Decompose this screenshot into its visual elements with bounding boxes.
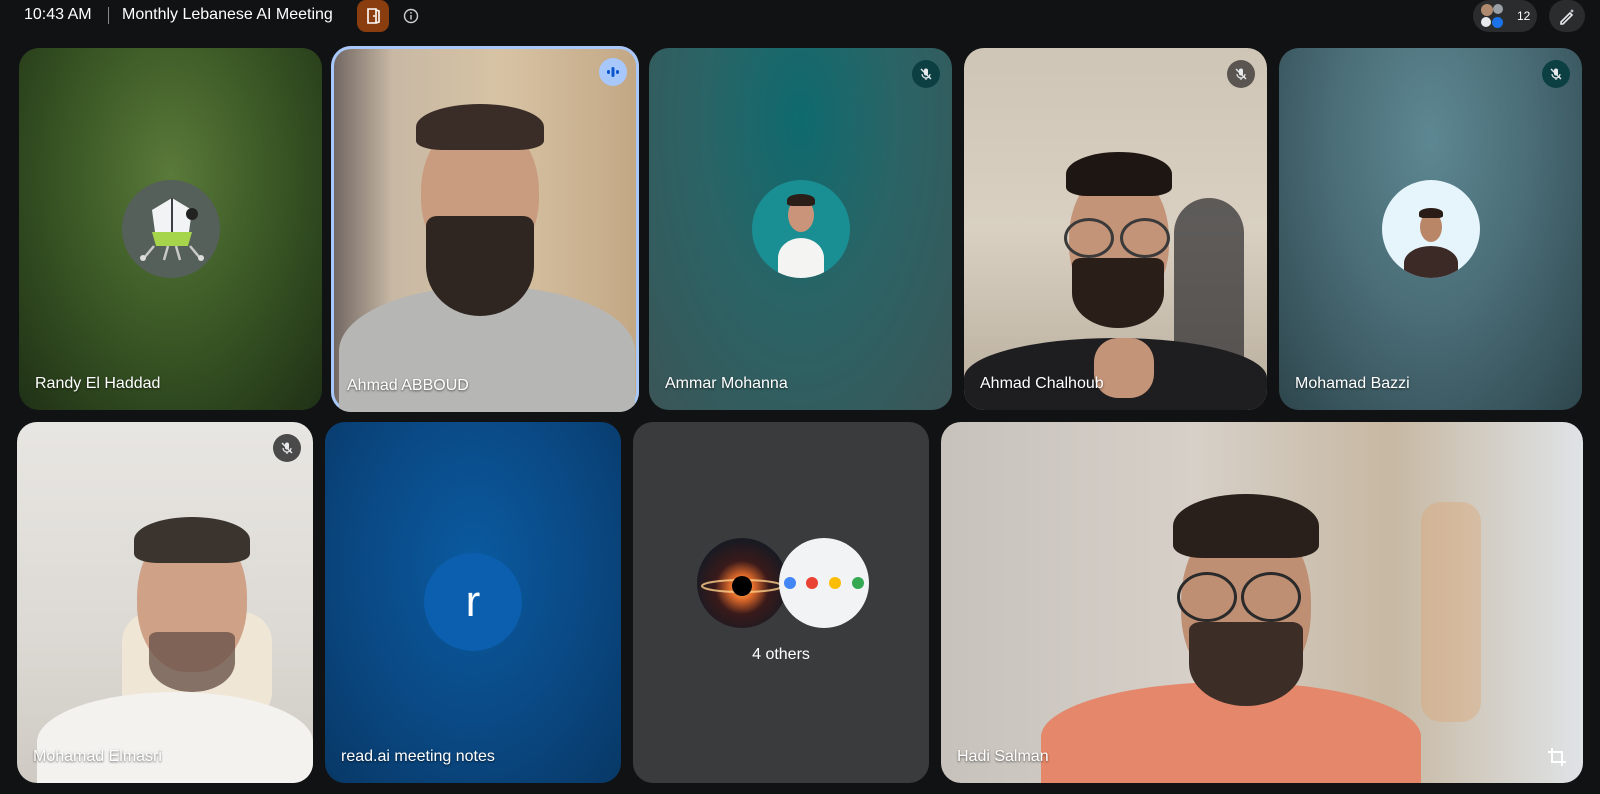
participant-name: Randy El Haddad: [35, 375, 161, 392]
participant-avatar: [1492, 17, 1503, 28]
participant-name: Ahmad ABBOUD: [347, 377, 469, 394]
crop-icon: [1548, 748, 1566, 766]
participant-tile[interactable]: Randy El Haddad: [19, 48, 322, 410]
participant-tile[interactable]: Ammar Mohanna: [649, 48, 952, 410]
participant-name: Hadi Salman: [957, 748, 1049, 765]
speaking-indicator: [599, 58, 627, 86]
magic-pen-icon: [1560, 9, 1574, 25]
participant-video: [941, 422, 1583, 783]
participant-avatar: [122, 180, 220, 278]
participant-avatar: [1481, 17, 1491, 27]
participant-avatar: [752, 180, 850, 278]
lunar-lander-icon: [122, 180, 220, 278]
participant-tile[interactable]: Ahmad ABBOUD: [331, 46, 639, 412]
meeting-title: Monthly Lebanese AI Meeting: [122, 6, 333, 23]
others-label: 4 others: [752, 646, 810, 663]
participant-tile[interactable]: Ahmad Chalhoub: [964, 48, 1267, 410]
meeting-clock: 10:43 AM: [24, 6, 92, 23]
effects-button[interactable]: [1549, 0, 1585, 32]
participant-video: [331, 46, 639, 412]
participant-name: Mohamad Bazzi: [1295, 375, 1410, 392]
participant-avatar: [1481, 4, 1493, 16]
participant-tile[interactable]: Mohamad Elmasri: [17, 422, 313, 783]
mic-off-icon: [920, 68, 932, 80]
mute-indicator: [273, 434, 301, 462]
more-participants-avatar: [779, 538, 869, 628]
participant-name: Ammar Mohanna: [665, 375, 788, 392]
mute-indicator: [1542, 60, 1570, 88]
participant-avatar: [1382, 180, 1480, 278]
avatar-initial: r: [465, 577, 481, 626]
participant-name: Mohamad Elmasri: [33, 748, 162, 765]
participant-tile[interactable]: Hadi Salman: [941, 422, 1583, 783]
mute-indicator: [1227, 60, 1255, 88]
participants-button[interactable]: 12: [1473, 0, 1537, 32]
participant-name: read.ai meeting notes: [341, 748, 495, 765]
black-hole-icon: [701, 576, 783, 596]
others-tile[interactable]: 4 others: [633, 422, 929, 783]
mic-off-icon: [1235, 68, 1247, 80]
door-icon: [367, 8, 380, 24]
title-separator: [108, 7, 109, 24]
participant-video: [17, 422, 313, 783]
mic-off-icon: [281, 442, 293, 454]
mute-indicator: [912, 60, 940, 88]
participant-avatar: r: [424, 553, 522, 651]
participant-avatar: [1493, 4, 1503, 14]
more-dots-icon: [784, 577, 864, 589]
participant-video: [964, 48, 1267, 410]
info-icon: [403, 8, 419, 24]
crop-button[interactable]: [1543, 743, 1571, 771]
audio-level-icon: [607, 67, 619, 77]
participant-avatar: [697, 538, 787, 628]
participant-tile[interactable]: Mohamad Bazzi: [1279, 48, 1582, 410]
door-button[interactable]: [357, 0, 389, 32]
top-bar: 10:43 AM Monthly Lebanese AI Meeting 12: [0, 0, 1600, 32]
participant-count: 12: [1517, 9, 1531, 23]
participant-tile[interactable]: r read.ai meeting notes: [325, 422, 621, 783]
participant-name: Ahmad Chalhoub: [980, 375, 1104, 392]
meeting-info-button[interactable]: [402, 7, 420, 25]
mic-off-icon: [1550, 68, 1562, 80]
